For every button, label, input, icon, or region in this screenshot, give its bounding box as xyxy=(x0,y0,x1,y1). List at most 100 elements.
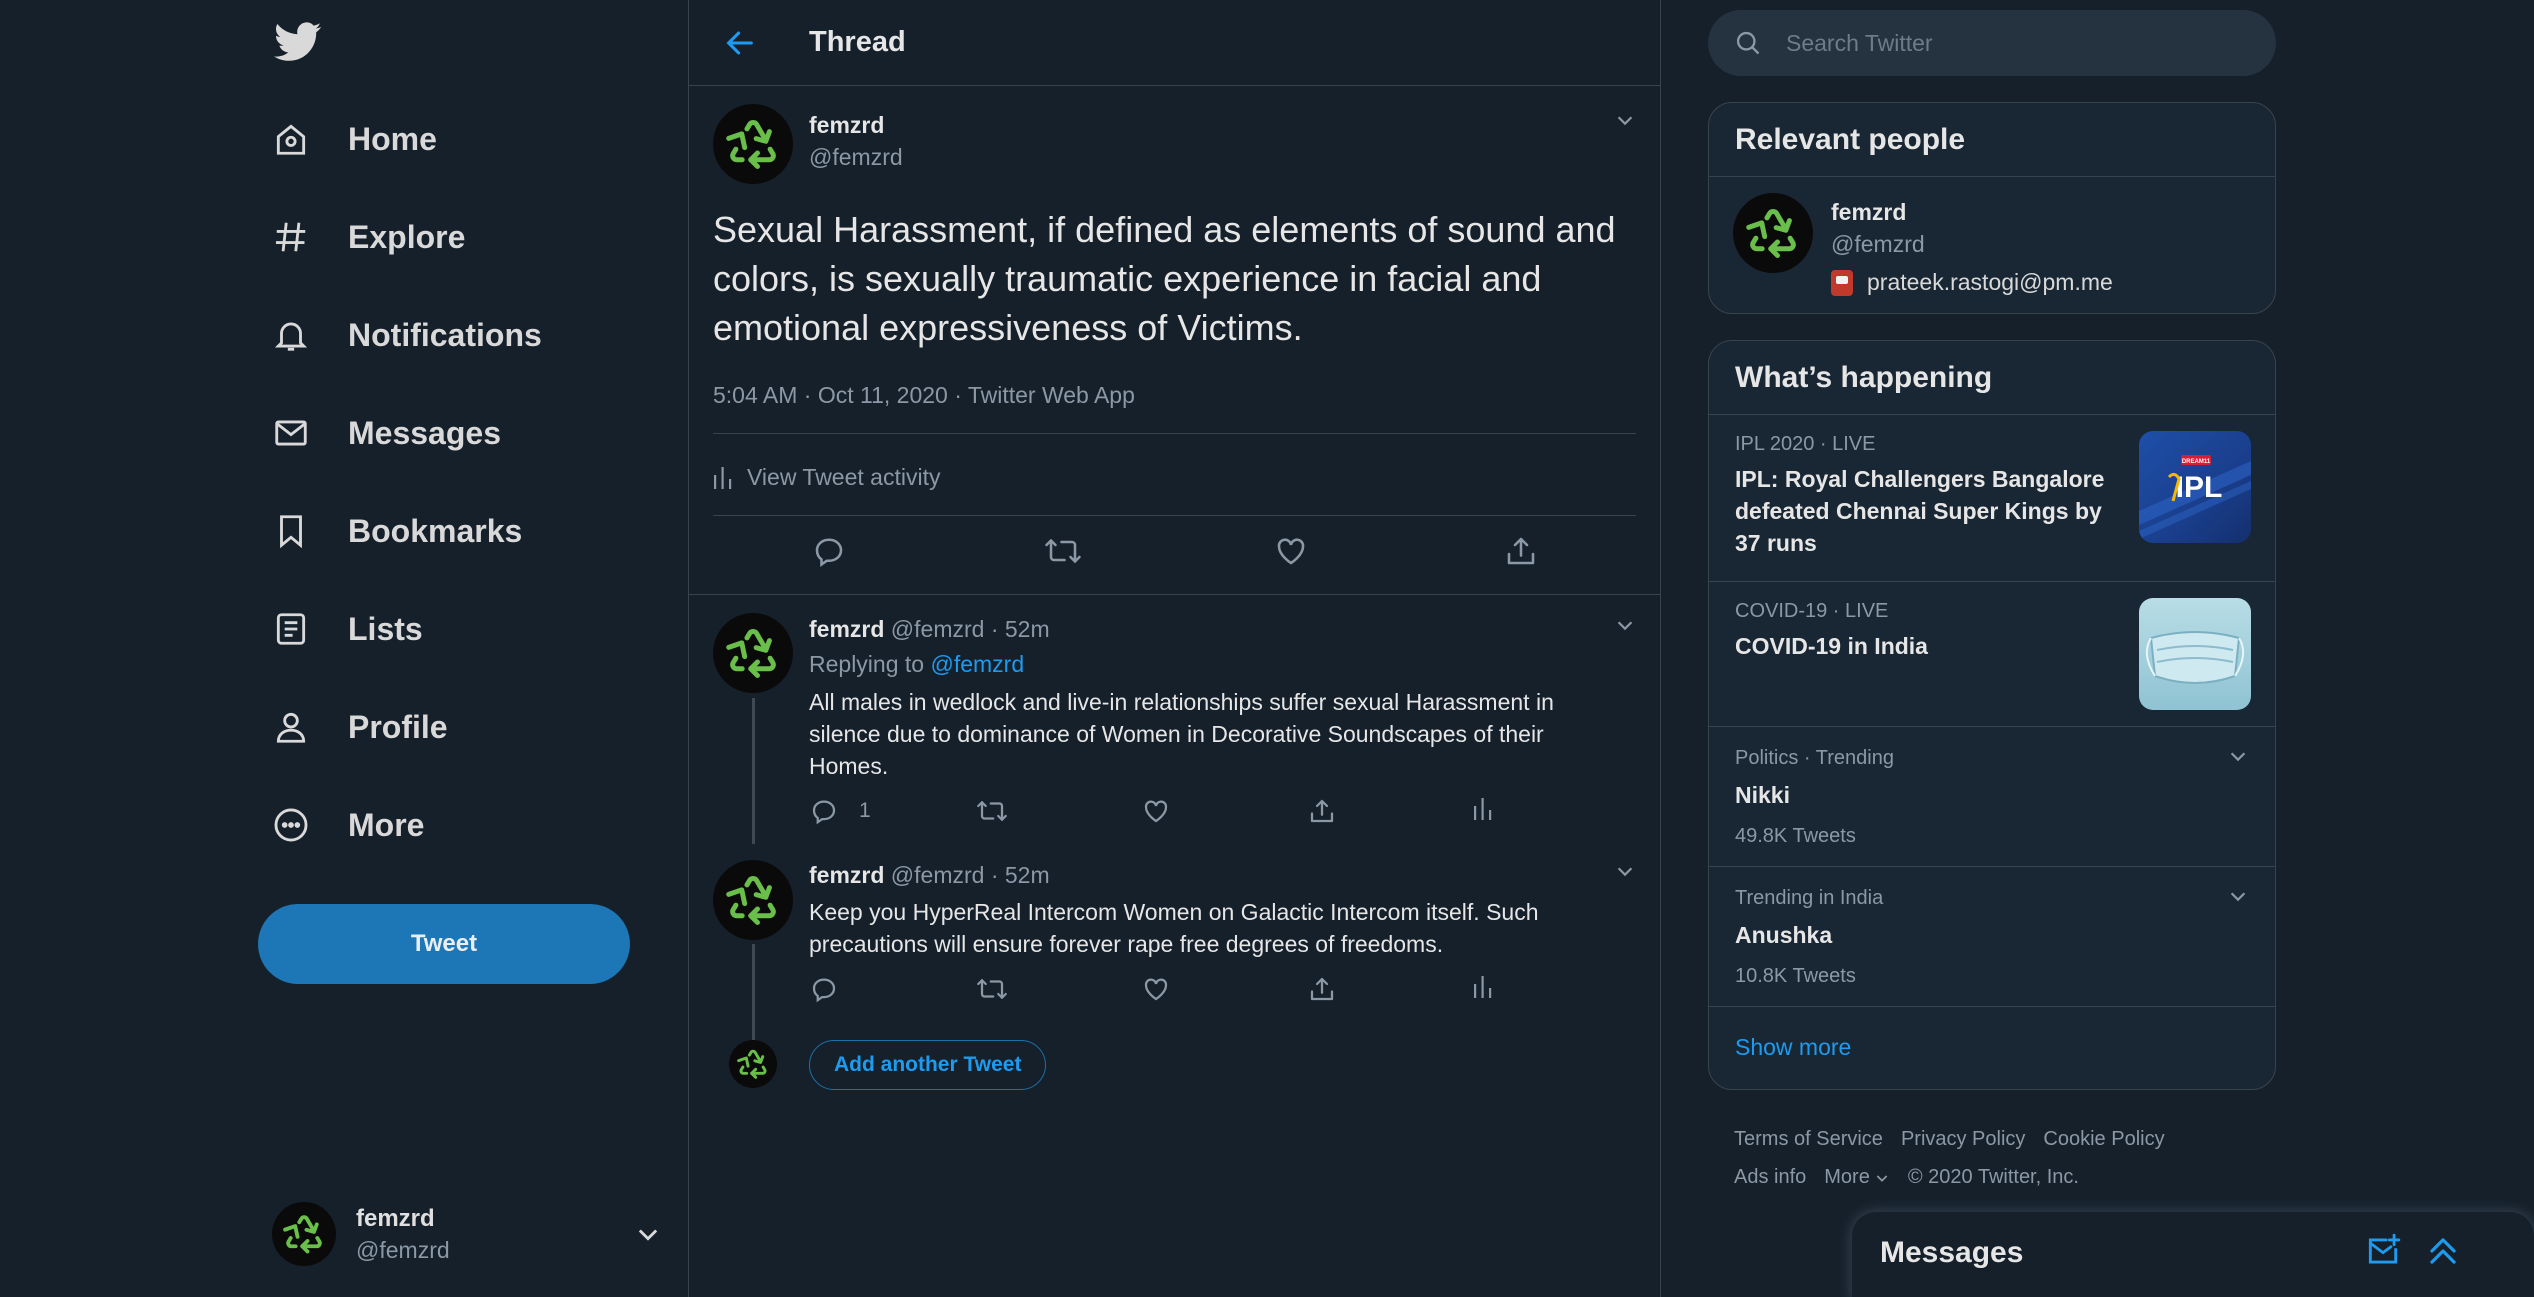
retweet-icon[interactable] xyxy=(975,796,1009,826)
nav-label: Messages xyxy=(348,414,501,451)
nav-lists[interactable]: Lists xyxy=(270,594,423,664)
list-icon xyxy=(270,608,312,650)
account-switcher[interactable]: femzrd @femzrd xyxy=(272,1198,662,1270)
reply-icon[interactable] xyxy=(809,974,839,1004)
chevron-down-icon xyxy=(1876,1175,1888,1182)
bookmark-icon xyxy=(270,510,312,552)
search-input[interactable] xyxy=(1786,29,2206,57)
messages-drawer[interactable]: Messages xyxy=(1852,1212,2534,1297)
share-icon[interactable] xyxy=(1307,974,1337,1004)
chevron-down-icon[interactable] xyxy=(1614,614,1636,636)
author-handle[interactable]: @femzrd xyxy=(809,144,903,171)
footer-link[interactable]: Privacy Policy xyxy=(1901,1128,2025,1150)
footer-link[interactable]: Cookie Policy xyxy=(2043,1128,2164,1150)
twitter-app: Home Explore Notifications Messages Book… xyxy=(0,0,2534,1297)
divider xyxy=(713,515,1636,516)
bar-chart-icon[interactable] xyxy=(1473,796,1493,822)
divider xyxy=(713,433,1636,434)
new-message-icon[interactable] xyxy=(2364,1232,2402,1270)
trend-item[interactable]: Politics · Trending Nikki 49.8K Tweets xyxy=(1709,727,2275,867)
nav-home[interactable]: Home xyxy=(270,104,437,174)
ipl-logo-text: IPL xyxy=(2176,471,2223,504)
show-more-link[interactable]: Show more xyxy=(1709,1007,2275,1087)
hashtag-icon xyxy=(270,216,312,258)
bird-icon[interactable] xyxy=(274,22,322,64)
account-name: femzrd xyxy=(356,1204,435,1232)
person-entry[interactable]: femzrd @femzrd prateek.rastogi@pm.me xyxy=(1709,177,2275,313)
tweet-timestamp[interactable]: 5:04 AM · Oct 11, 2020 · Twitter Web App xyxy=(713,382,1135,409)
author-name[interactable]: femzrd xyxy=(809,112,884,139)
footer-more[interactable]: More xyxy=(1824,1166,1890,1188)
reply-icon xyxy=(812,800,836,825)
like-heart-icon[interactable] xyxy=(1141,796,1171,826)
nav-explore[interactable]: Explore xyxy=(270,202,465,272)
view-tweet-activity[interactable]: View Tweet activity xyxy=(713,464,940,491)
like-heart-icon[interactable] xyxy=(1273,533,1309,569)
recycle-icon xyxy=(283,1215,322,1254)
nav-bookmarks[interactable]: Bookmarks xyxy=(270,496,522,566)
drawer-title: Messages xyxy=(1880,1236,2024,1269)
card-title: Relevant people xyxy=(1709,103,2275,177)
reply-action[interactable]: 1 xyxy=(809,796,871,826)
trend-title: COVID-19 in India xyxy=(1735,633,1928,659)
nav-notifications[interactable]: Notifications xyxy=(270,300,542,370)
avatar[interactable] xyxy=(713,104,793,184)
retweet-icon[interactable] xyxy=(975,974,1009,1004)
share-icon[interactable] xyxy=(1307,796,1337,826)
nav-label: Explore xyxy=(348,218,466,255)
avatar[interactable] xyxy=(713,613,793,693)
tweet-button[interactable]: Tweet xyxy=(258,904,630,984)
bar-chart-icon[interactable] xyxy=(1473,974,1493,1000)
mailbox-icon xyxy=(1831,269,1853,296)
chevron-down-icon[interactable] xyxy=(1614,109,1636,131)
reply-header[interactable]: femzrd @femzrd · 52m xyxy=(809,616,1050,643)
nav-more[interactable]: More xyxy=(270,790,424,860)
card-title: What’s happening xyxy=(1709,341,2275,415)
trend-item[interactable]: IPL 2020 · LIVE IPL: Royal Challengers B… xyxy=(1709,415,2275,582)
home-icon xyxy=(270,118,312,160)
avatar xyxy=(729,1040,777,1088)
person-name[interactable]: femzrd xyxy=(1831,199,1906,226)
avatar[interactable] xyxy=(713,860,793,940)
reply-icon[interactable] xyxy=(811,533,847,569)
thread-connector-line xyxy=(752,944,755,1040)
chevron-down-icon[interactable] xyxy=(2227,745,2249,767)
nav-label: More xyxy=(348,806,425,843)
ipl-badge-text: DREAM11 xyxy=(2182,459,2211,465)
nav-messages[interactable]: Messages xyxy=(270,398,501,468)
page-title: Thread xyxy=(809,26,906,58)
double-chevron-up-icon[interactable] xyxy=(2424,1232,2462,1270)
back-arrow-icon[interactable] xyxy=(723,26,757,60)
replying-to: Replying to @femzrd xyxy=(809,651,1024,678)
face-mask-photo xyxy=(2139,598,2251,710)
tweet-actions: 1 xyxy=(809,796,1529,830)
trend-count: 10.8K Tweets xyxy=(1735,965,1856,987)
trend-meta: Trending in India xyxy=(1735,887,1884,909)
chevron-down-icon[interactable] xyxy=(2227,885,2249,907)
trend-item[interactable]: COVID-19 · LIVE COVID-19 in India xyxy=(1709,582,2275,727)
footer-link[interactable]: Ads info xyxy=(1734,1166,1806,1188)
tweet-actions xyxy=(689,533,1660,577)
add-another-tweet-button[interactable]: Add another Tweet xyxy=(809,1040,1047,1090)
nav-profile[interactable]: Profile xyxy=(270,692,448,762)
recycle-icon xyxy=(726,119,776,169)
left-navigation: Home Explore Notifications Messages Book… xyxy=(0,0,688,1297)
replying-prefix: Replying to xyxy=(809,651,931,677)
chevron-down-icon[interactable] xyxy=(634,1220,662,1248)
reply-header[interactable]: femzrd @femzrd · 52m xyxy=(809,862,1050,889)
avatar[interactable] xyxy=(1733,193,1813,273)
chevron-down-icon[interactable] xyxy=(1614,860,1636,882)
main-tweet: femzrd @femzrd Sexual Harassment, if def… xyxy=(689,87,1660,595)
like-heart-icon[interactable] xyxy=(1141,974,1171,1004)
trend-title: IPL: Royal Challengers Bangalore defeate… xyxy=(1735,466,2105,556)
share-icon[interactable] xyxy=(1503,533,1539,569)
footer-link[interactable]: Terms of Service xyxy=(1734,1128,1883,1150)
activity-label: View Tweet activity xyxy=(747,464,941,490)
nav-label: Lists xyxy=(348,610,423,647)
replying-to-link[interactable]: @femzrd xyxy=(930,651,1024,677)
person-handle: @femzrd xyxy=(1831,231,1925,257)
more-circle-icon xyxy=(270,804,312,846)
trend-item[interactable]: Trending in India Anushka 10.8K Tweets xyxy=(1709,867,2275,1007)
retweet-icon[interactable] xyxy=(1043,533,1083,569)
search-bar[interactable] xyxy=(1708,10,2276,76)
